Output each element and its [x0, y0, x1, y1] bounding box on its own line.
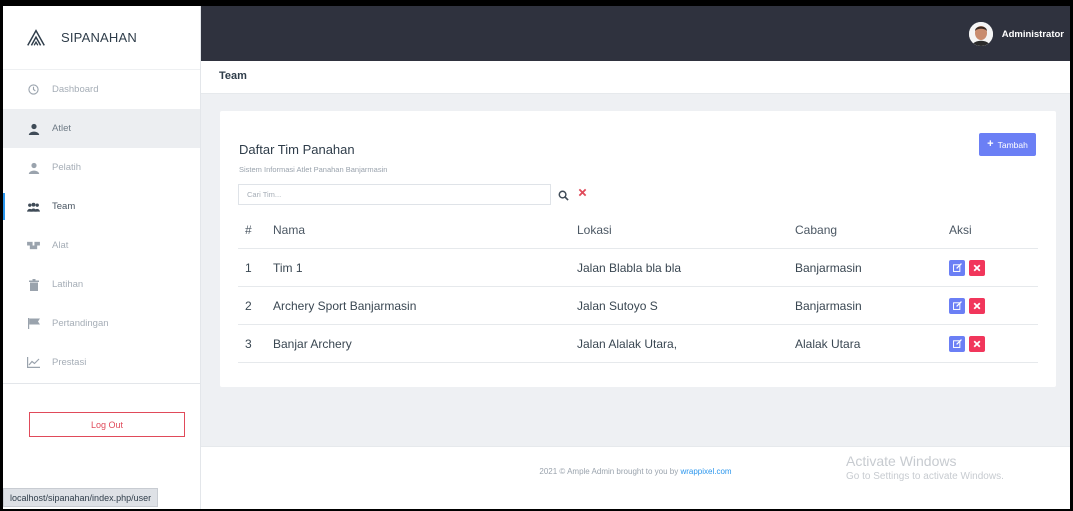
clock-icon	[27, 83, 40, 96]
sidebar-item-latihan[interactable]: Latihan	[3, 265, 200, 304]
card-subtitle: Sistem Informasi Atlet Panahan Banjarmas…	[239, 165, 388, 174]
sidebar-item-label: Dashboard	[52, 84, 99, 95]
browser-status-bar: localhost/sipanahan/index.php/user	[3, 488, 159, 507]
delete-icon[interactable]	[969, 297, 985, 314]
column-header-nama: Nama	[273, 222, 306, 237]
team-card: Daftar Tim Panahan Sistem Informasi Atle…	[220, 111, 1056, 387]
table-row: 1 Tim 1 Jalan Blabla bla bla Banjarmasin	[238, 249, 1038, 287]
search-icon[interactable]	[558, 188, 570, 201]
delete-icon[interactable]	[969, 259, 985, 276]
sidebar-divider	[3, 383, 200, 384]
footer-copyright: 2021 © Ample Admin brought to you by	[539, 467, 681, 476]
column-header-no: #	[245, 222, 252, 237]
page-header: Team	[201, 61, 1070, 94]
sidebar-item-label: Pelatih	[52, 162, 82, 173]
sidebar-item-atlet[interactable]: Atlet	[3, 109, 200, 148]
delete-icon[interactable]	[969, 335, 985, 352]
user-icon	[27, 161, 40, 174]
sidebar-item-label: Alat	[52, 240, 69, 251]
sidebar-item-prestasi[interactable]: Prestasi	[3, 343, 200, 382]
trash-icon	[27, 278, 40, 291]
row-nama: Tim 1	[273, 260, 303, 275]
search-input[interactable]	[238, 184, 551, 205]
sidebar-item-pertandingan[interactable]: Pertandingan	[3, 304, 200, 343]
brand-name: SIPANAHAN	[61, 30, 137, 45]
sidebar-item-label: Team	[52, 201, 76, 212]
row-cabang: Banjarmasin	[795, 260, 862, 275]
watermark-title: Activate Windows	[846, 453, 957, 469]
tools-icon	[27, 239, 40, 252]
add-button-label: Tambah	[997, 139, 1028, 150]
users-icon	[27, 200, 40, 213]
user-icon	[27, 122, 40, 135]
add-team-button[interactable]: + Tambah	[979, 133, 1036, 156]
app-frame: SIPANAHAN Dashboard Atlet Pelatih Team A…	[3, 6, 1070, 509]
row-nama: Archery Sport Banjarmasin	[273, 298, 417, 313]
row-lokasi: Jalan Alalak Utara,	[577, 336, 678, 351]
sidebar-item-pelatih[interactable]: Pelatih	[3, 148, 200, 187]
edit-icon[interactable]	[949, 297, 965, 314]
row-actions	[949, 249, 985, 286]
sidebar-item-label: Latihan	[52, 279, 84, 290]
row-actions	[949, 287, 985, 324]
page-title: Team	[219, 70, 247, 82]
sidebar-item-label: Prestasi	[52, 357, 87, 368]
team-table: # Nama Lokasi Cabang Aksi 1 Tim 1 Jalan …	[238, 211, 1038, 363]
sidebar-item-label: Atlet	[52, 123, 72, 134]
footer: 2021 © Ample Admin brought to you by wra…	[201, 446, 1070, 509]
column-header-cabang: Cabang	[795, 222, 838, 237]
sidebar-item-dashboard[interactable]: Dashboard	[3, 70, 200, 109]
column-header-lokasi: Lokasi	[577, 222, 612, 237]
user-menu[interactable]: Administrator	[968, 22, 1064, 46]
row-lokasi: Jalan Blabla bla bla	[577, 260, 682, 275]
table-header: # Nama Lokasi Cabang Aksi	[238, 211, 1038, 249]
clear-search-icon[interactable]	[576, 188, 588, 200]
row-cabang: Alalak Utara	[795, 336, 861, 351]
row-number: 1	[245, 260, 252, 275]
table-row: 3 Banjar Archery Jalan Alalak Utara, Ala…	[238, 325, 1038, 363]
plus-icon: +	[987, 138, 994, 150]
row-cabang: Banjarmasin	[795, 298, 862, 313]
footer-link[interactable]: wrappixel.com	[680, 467, 731, 476]
edit-icon[interactable]	[949, 259, 965, 276]
chart-icon	[27, 356, 40, 369]
watermark-subtitle: Go to Settings to activate Windows.	[846, 471, 1004, 482]
table-row: 2 Archery Sport Banjarmasin Jalan Sutoyo…	[238, 287, 1038, 325]
flag-icon	[27, 317, 40, 330]
logo-icon	[27, 28, 45, 46]
brand[interactable]: SIPANAHAN	[3, 6, 200, 70]
row-actions	[949, 325, 985, 362]
card-title: Daftar Tim Panahan	[239, 142, 355, 157]
user-name: Administrator	[1001, 28, 1064, 40]
row-lokasi: Jalan Sutoyo S	[577, 298, 658, 313]
row-nama: Banjar Archery	[273, 336, 352, 351]
edit-icon[interactable]	[949, 335, 965, 352]
sidebar-nav: Dashboard Atlet Pelatih Team Alat Latiha…	[3, 70, 200, 382]
sidebar-item-label: Pertandingan	[52, 318, 109, 329]
row-number: 3	[245, 336, 252, 351]
sidebar-item-team[interactable]: Team	[3, 187, 200, 226]
sidebar-item-alat[interactable]: Alat	[3, 226, 200, 265]
activate-windows-watermark: Activate Windows Go to Settings to activ…	[846, 453, 1004, 482]
avatar	[968, 22, 993, 46]
column-header-aksi: Aksi	[949, 222, 972, 237]
row-number: 2	[245, 298, 252, 313]
sidebar: SIPANAHAN Dashboard Atlet Pelatih Team A…	[3, 6, 201, 509]
topbar: Administrator	[201, 6, 1070, 61]
logout-button[interactable]: Log Out	[29, 412, 185, 437]
